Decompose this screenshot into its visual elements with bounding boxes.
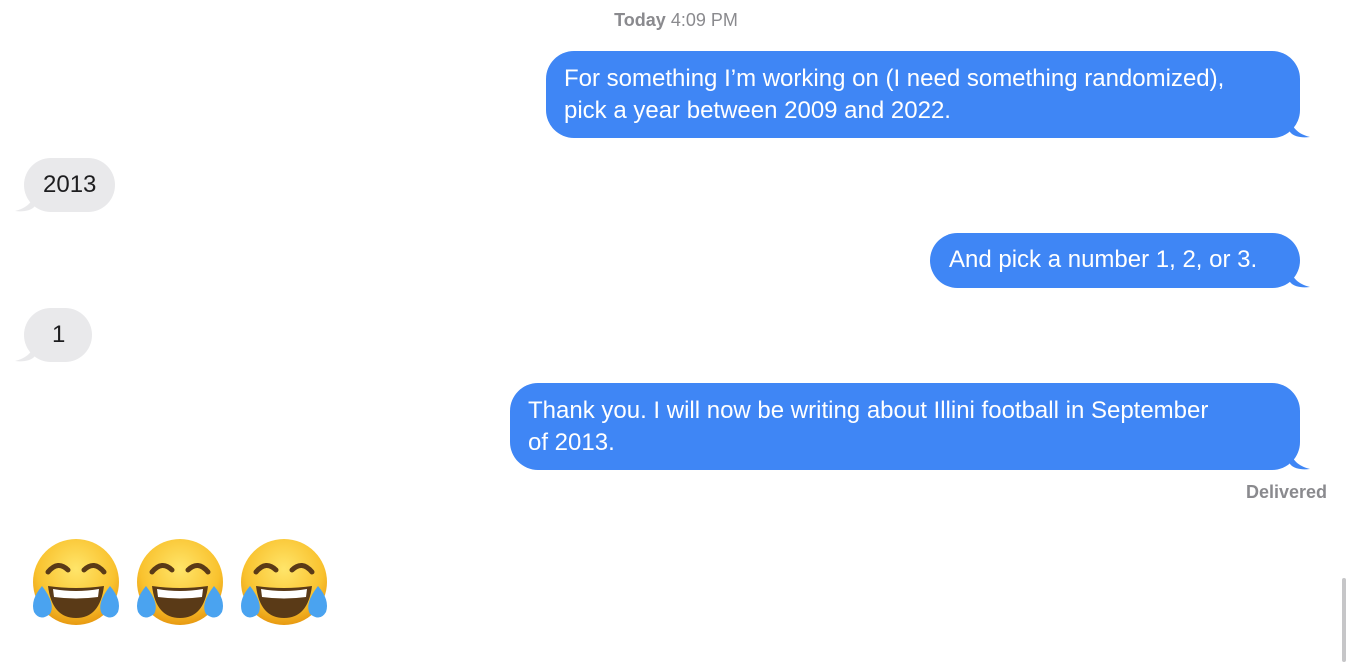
message-line: pick a year between 2009 and 2022. bbox=[564, 97, 951, 124]
face-with-tears-of-joy-icon bbox=[137, 539, 223, 625]
bubble-tail-icon bbox=[1290, 268, 1310, 288]
delivery-status: Delivered bbox=[1245, 482, 1327, 502]
message-line: And pick a number 1, 2, or 3. bbox=[949, 246, 1258, 273]
incoming-message-bubble[interactable]: 1 bbox=[15, 308, 93, 362]
message-line: 2013 bbox=[43, 171, 97, 198]
timestamp-time: 4:09 PM bbox=[670, 10, 738, 30]
incoming-message-bubble[interactable]: 2013 bbox=[15, 158, 116, 212]
bubble-tail-icon bbox=[15, 192, 35, 212]
face-with-tears-of-joy-icon bbox=[241, 539, 327, 625]
conversation-timestamp: Today 4:09 PM bbox=[0, 8, 1346, 32]
message-transcript: Today 4:09 PM For something I’m working … bbox=[0, 0, 1346, 662]
face-with-tears-of-joy-icon bbox=[33, 539, 119, 625]
bubble-tail-icon bbox=[1290, 118, 1310, 138]
message-line: 1 bbox=[52, 321, 66, 348]
bubble-tail-icon bbox=[15, 342, 35, 362]
message-line: For something I’m working on (I need som… bbox=[564, 65, 1225, 92]
outgoing-message-bubble[interactable]: For something I’m working on (I need som… bbox=[546, 51, 1310, 138]
message-line: of 2013. bbox=[528, 429, 615, 456]
incoming-emoji-message[interactable] bbox=[28, 534, 332, 630]
outgoing-message-bubble[interactable]: And pick a number 1, 2, or 3. bbox=[930, 233, 1310, 288]
message-line: Thank you. I will now be writing about I… bbox=[528, 397, 1209, 424]
timestamp-day: Today bbox=[614, 10, 666, 30]
vertical-scrollbar[interactable] bbox=[1342, 578, 1346, 662]
outgoing-message-bubble[interactable]: Thank you. I will now be writing about I… bbox=[510, 383, 1310, 470]
bubble-tail-icon bbox=[1290, 450, 1310, 470]
